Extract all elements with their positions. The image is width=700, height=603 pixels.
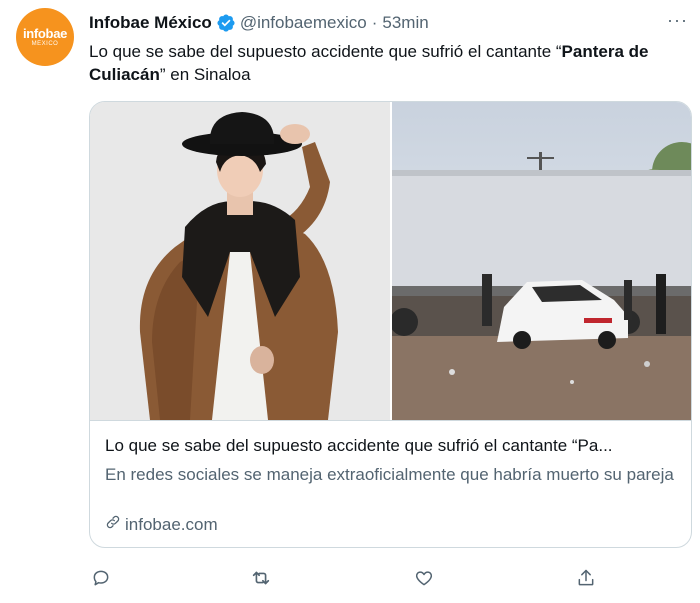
tweet-text-start: Lo que se sabe del supuesto accidente qu… xyxy=(89,42,562,61)
more-options-icon[interactable]: ··· xyxy=(667,10,688,31)
card-domain[interactable]: infobae.com xyxy=(105,514,218,535)
link-card[interactable]: Lo que se sabe del supuesto accidente qu… xyxy=(89,101,692,548)
avatar-sub-text: MÉXICO xyxy=(31,40,59,47)
accident-photo xyxy=(392,102,691,420)
separator-dot: · xyxy=(371,13,378,32)
avatar-brand-text: infobae xyxy=(22,25,68,41)
singer-photo xyxy=(90,102,390,420)
link-icon xyxy=(105,514,125,535)
account-handle[interactable]: @infobaemexico xyxy=(240,13,367,33)
retweet-icon[interactable] xyxy=(249,566,273,590)
tweet-text: Lo que se sabe del supuesto accidente qu… xyxy=(89,40,689,86)
card-title[interactable]: Lo que se sabe del supuesto accidente qu… xyxy=(105,435,680,457)
share-icon[interactable] xyxy=(574,566,598,590)
tweet-actions xyxy=(89,566,609,590)
avatar[interactable]: infobae MÉXICO xyxy=(16,8,74,66)
card-domain-text: infobae.com xyxy=(125,514,218,534)
heart-icon[interactable] xyxy=(412,566,436,590)
card-media[interactable] xyxy=(90,102,691,420)
card-description: En redes sociales se maneja extraoficial… xyxy=(105,465,674,484)
tweet-header: Infobae México @infobaemexico · 53min ··… xyxy=(89,10,688,34)
account-name[interactable]: Infobae México xyxy=(89,13,212,33)
tweet-timestamp[interactable]: 53min xyxy=(382,13,428,33)
card-body[interactable]: Lo que se sabe del supuesto accidente qu… xyxy=(90,420,691,534)
verified-badge-icon xyxy=(216,13,236,33)
tweet-text-end: ” en Sinaloa xyxy=(159,65,251,84)
reply-icon[interactable] xyxy=(89,566,113,590)
